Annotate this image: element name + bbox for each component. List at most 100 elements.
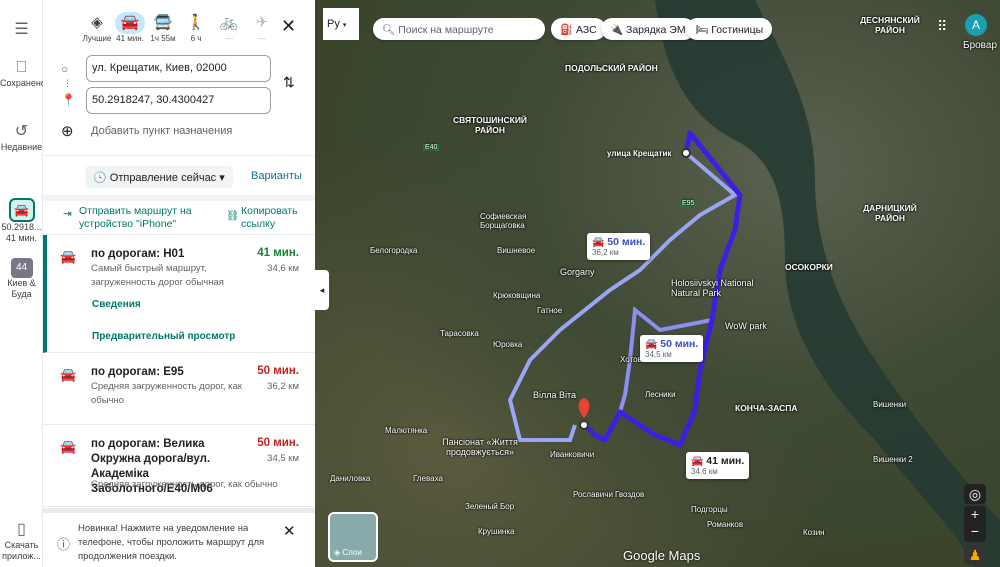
zoom-controls: + −	[964, 506, 986, 542]
options-button[interactable]: Варианты	[251, 170, 302, 182]
route-option-3[interactable]: 🚘 по дорогам: Велика Окружна дорога/вул.…	[43, 425, 315, 507]
chip-gas-stations[interactable]: ⛽ АЗС	[551, 18, 606, 40]
route-time: 41 мин.	[257, 247, 299, 259]
route-option-1[interactable]: 🚘 по дорогам: Н01 41 мин. 34,6 км Самый …	[43, 235, 315, 353]
bookmark-icon: ⎕	[16, 59, 27, 76]
zoom-in-button[interactable]: +	[964, 506, 986, 523]
menu-button[interactable]: ☰	[0, 20, 43, 40]
map-label: Лесники	[645, 390, 676, 399]
details-link[interactable]: Сведения	[92, 298, 141, 311]
route-callout-fastest[interactable]: 🚘 41 мин. 34,6 км	[686, 452, 750, 479]
add-destination-button[interactable]: Добавить пункт назначения	[91, 125, 232, 137]
transit-icon: 🚍	[153, 14, 173, 31]
depart-label: Отправление сейчас	[109, 172, 217, 184]
map-label: WoW park	[725, 321, 767, 331]
download-app-button[interactable]: ▯ Скачать прилож...	[0, 520, 43, 562]
map-label: Гвоздов	[615, 490, 645, 499]
route-distance: 34,5 км	[267, 453, 299, 464]
chip-label: Гостиницы	[711, 24, 764, 36]
pegman-button[interactable]: ♟	[964, 545, 986, 565]
destination-input[interactable]: 50.2918247, 30.4300427	[86, 87, 271, 114]
directions-panel: ◈ Лучшие 🚘 41 мин. 🚍 1ч 55м 🚶 6 ч 🚲 — ✈ — ✕ ○ …	[43, 0, 315, 567]
callout-distance: 34,6 км	[691, 467, 718, 476]
route-time: 50 мин.	[257, 437, 299, 449]
info-icon: ⓘ	[57, 537, 71, 552]
mode-label: 6 ч	[190, 34, 202, 43]
account-avatar[interactable]: А	[965, 14, 987, 36]
mode-walk[interactable]: 🚶 6 ч	[180, 12, 212, 43]
callout-time: 50 мин.	[607, 236, 646, 248]
close-directions-button[interactable]: ✕	[281, 16, 296, 37]
recent-button[interactable]: ↺ Недавние	[0, 122, 43, 153]
mode-car[interactable]: 🚘 41 мин.	[114, 12, 146, 43]
callout-time: 50 мин.	[660, 338, 699, 350]
mode-flight[interactable]: ✈ —	[246, 12, 278, 43]
saved-button[interactable]: ⎕ Сохранено	[0, 58, 46, 89]
map-label: Крушинка	[478, 527, 515, 536]
origin-circle-icon: ○	[61, 62, 69, 76]
map-label: Романков	[707, 520, 744, 529]
send-to-phone-link[interactable]: Отправить маршрут на устройство "iPhone"	[79, 205, 209, 231]
google-maps-logo: Google Maps	[623, 548, 701, 563]
apps-grid-icon[interactable]: ⠿	[937, 18, 947, 35]
route-option-2[interactable]: 🚘 по дорогам: E95 50 мин. 36,2 км Средня…	[43, 353, 315, 425]
notice-close-button[interactable]: ✕	[283, 522, 296, 540]
origin-input[interactable]: ул. Крещатик, Киев, 02000	[86, 55, 271, 82]
map-canvas[interactable]: Ру ▾ 🔍︎ Поиск на маршруте ⛽ АЗС 🔌 Зарядк…	[315, 0, 1000, 567]
route-callout-ring-road[interactable]: 🚘 50 мин. 34,5 км	[640, 335, 704, 362]
preview-link[interactable]: Предварительный просмотр	[92, 330, 235, 343]
map-label: Вишневое	[497, 246, 536, 255]
destination-marker-circle[interactable]	[579, 420, 589, 430]
copy-link-button[interactable]: Копировать ссылку	[241, 205, 311, 231]
clock-icon: 🕓	[93, 172, 110, 184]
search-icon: 🔍︎	[382, 24, 399, 36]
search-placeholder: Поиск на маршруте	[398, 24, 494, 36]
current-route-button[interactable]: 🚘 50.2918... 41 мин.	[0, 198, 43, 244]
gas-station-icon: ⛽	[560, 24, 576, 36]
map-label: Бровар	[963, 40, 998, 51]
route-search-input[interactable]: 🔍︎ Поиск на маршруте	[373, 18, 545, 40]
bike-icon: 🚲	[219, 14, 239, 31]
close-icon: ✕	[283, 523, 296, 540]
map-label: Иванковичи	[550, 450, 595, 459]
map-label: Белогородка	[370, 246, 418, 255]
route-description: Самый быстрый маршрут, загруженность дор…	[91, 263, 224, 288]
phone-icon: ▯	[17, 521, 26, 538]
map-label: Подгорцы	[691, 505, 728, 514]
destination-pin-icon[interactable]	[578, 398, 590, 418]
mode-bike[interactable]: 🚲 —	[213, 12, 245, 43]
route-description: Средняя загруженность дорог, как обычно	[91, 381, 242, 406]
collapse-panel-button[interactable]: ◂	[315, 270, 329, 310]
route-callout-e95[interactable]: 🚘 50 мин. 36,2 км	[587, 233, 651, 260]
kyiv-item[interactable]: 44 Киев & Буда	[0, 258, 43, 300]
map-label: Пансіонат «Життя продовжується»	[442, 437, 518, 457]
mode-transit[interactable]: 🚍 1ч 55м	[147, 12, 179, 43]
map-label: КОНЧА-ЗАСПА	[735, 403, 798, 413]
map-label: Хотов	[620, 355, 642, 364]
map-label: Тарасовка	[440, 329, 479, 338]
map-label: Крюковщина	[493, 291, 541, 300]
layers-label: Слои	[342, 548, 362, 557]
chip-hotels[interactable]: 🛏 Гостиницы	[686, 18, 773, 40]
map-label: Козин	[803, 528, 825, 537]
map-label: Вишенки 2	[873, 455, 913, 464]
mode-best[interactable]: ◈ Лучшие	[81, 12, 113, 43]
chip-ev-charging[interactable]: 🔌 Зарядка ЭМ	[601, 18, 695, 40]
depart-time-dropdown[interactable]: 🕓 Отправление сейчас ▾	[85, 166, 233, 188]
add-icon: ⊕	[61, 123, 74, 140]
map-label: Гатное	[537, 306, 563, 315]
origin-marker[interactable]	[681, 148, 691, 158]
chip-label: АЗС	[576, 24, 597, 36]
recent-label: Недавние	[0, 142, 43, 152]
car-icon: 🚘	[645, 339, 661, 350]
zoom-out-button[interactable]: −	[964, 523, 986, 540]
layers-button[interactable]: ◈ Слои	[328, 512, 378, 562]
map-label: улица Крещатик	[607, 149, 672, 158]
language-select[interactable]: Ру ▾	[323, 8, 359, 40]
map-label: СВЯТОШИНСКИЙ РАЙОН	[452, 115, 528, 135]
mode-label: 1ч 55м	[150, 34, 176, 43]
map-label: Софиевская Борщаговка	[480, 212, 527, 230]
my-location-button[interactable]: ◎	[964, 484, 986, 504]
mode-label: —	[225, 34, 233, 43]
swap-icon[interactable]: ⇅	[283, 74, 295, 91]
